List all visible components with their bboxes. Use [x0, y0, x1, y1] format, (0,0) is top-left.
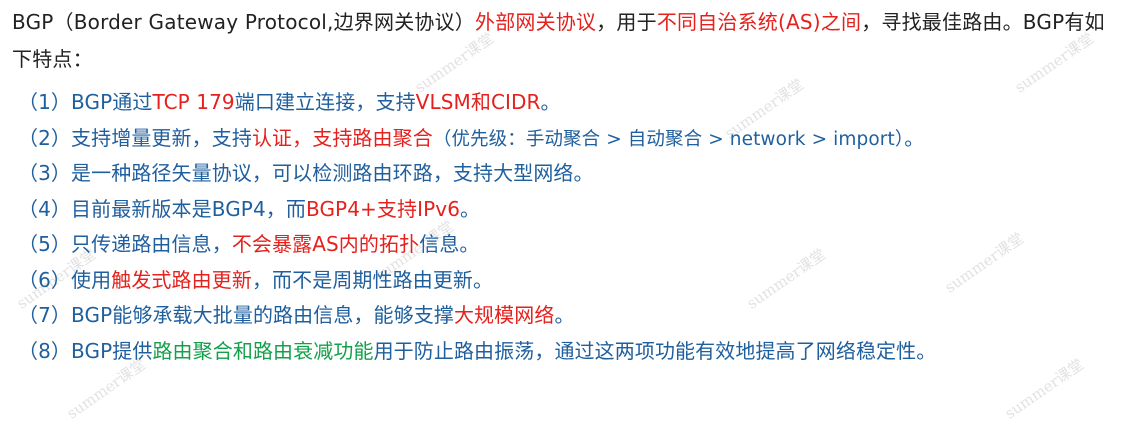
item-text: 端口建立连接，支持 — [234, 90, 416, 114]
intro-highlight: 外部网关协议 — [475, 10, 597, 34]
list-item: （4）目前最新版本是BGP4，而BGP4+支持IPv6。 — [18, 192, 1126, 228]
list-item: （5）只传递路由信息，不会暴露AS内的拓扑信息。 — [18, 227, 1126, 263]
item-text: 信息。 — [419, 232, 480, 256]
item-highlight: VLSM和CIDR — [415, 90, 541, 114]
item-highlight: BGP4+支持IPv6 — [305, 196, 461, 221]
item-text: 。 — [554, 303, 575, 327]
item-text: ，而不是周期性路由更新。 — [251, 267, 494, 292]
list-item: （1）BGP通过TCP 179端口建立连接，支持VLSM和CIDR。 — [18, 85, 1126, 121]
intro-highlight: 不同自治系统(AS)之间 — [656, 10, 862, 34]
list-item: （6）使用触发式路由更新，而不是周期性路由更新。 — [18, 263, 1126, 299]
feature-list: （1）BGP通过TCP 179端口建立连接，支持VLSM和CIDR。 （2）支持… — [18, 85, 1126, 369]
item-text: （3）是一种路径矢量协议，可以检测路由环路，支持大型网络。 — [18, 161, 594, 185]
item-note: （优先级：手动聚合 > 自动聚合 > network > import） — [432, 128, 905, 150]
item-text: （8）BGP提供 — [18, 338, 153, 363]
item-highlight: TCP 179 — [152, 90, 235, 114]
list-item: （3）是一种路径矢量协议，可以检测路由环路，支持大型网络。 — [18, 156, 1126, 192]
list-item: （8）BGP提供路由聚合和路由衰减功能用于防止路由振荡，通过这两项功能有效地提高… — [18, 334, 1126, 370]
item-text: （5）只传递路由信息， — [18, 232, 232, 256]
intro-text: ，用于 — [596, 10, 657, 34]
item-text: （2）支持增量更新，支持 — [18, 125, 252, 150]
item-text: （1）BGP通过 — [18, 90, 153, 114]
item-text: （7）BGP能够承载大批量的路由信息，能够支撑 — [18, 303, 454, 327]
item-highlight: 触发式路由更新 — [111, 267, 252, 292]
item-highlight: 大规模网络 — [453, 303, 555, 327]
intro-text: BGP（Border Gateway Protocol,边界网关协议） — [12, 10, 475, 34]
item-text: 用于防止路由振荡，通过这两项功能有效地提高了网络稳定性。 — [373, 338, 937, 363]
item-text: （4）目前最新版本是BGP4，而 — [18, 196, 306, 221]
list-item: （7）BGP能够承载大批量的路由信息，能够支撑大规模网络。 — [18, 298, 1126, 334]
item-text: 。 — [540, 90, 561, 114]
item-text: 。 — [904, 125, 925, 150]
item-highlight: 认证，支持路由聚合 — [251, 125, 433, 150]
intro-paragraph: BGP（Border Gateway Protocol,边界网关协议）外部网关协… — [12, 4, 1122, 78]
list-item: （2）支持增量更新，支持认证，支持路由聚合（优先级：手动聚合 > 自动聚合 > … — [18, 121, 1126, 157]
item-text: 。 — [460, 196, 481, 221]
item-text: （6）使用 — [18, 267, 112, 292]
item-highlight: 不会暴露AS内的拓扑 — [231, 232, 420, 256]
item-highlight-green: 路由聚合和路由衰减功能 — [152, 338, 374, 363]
